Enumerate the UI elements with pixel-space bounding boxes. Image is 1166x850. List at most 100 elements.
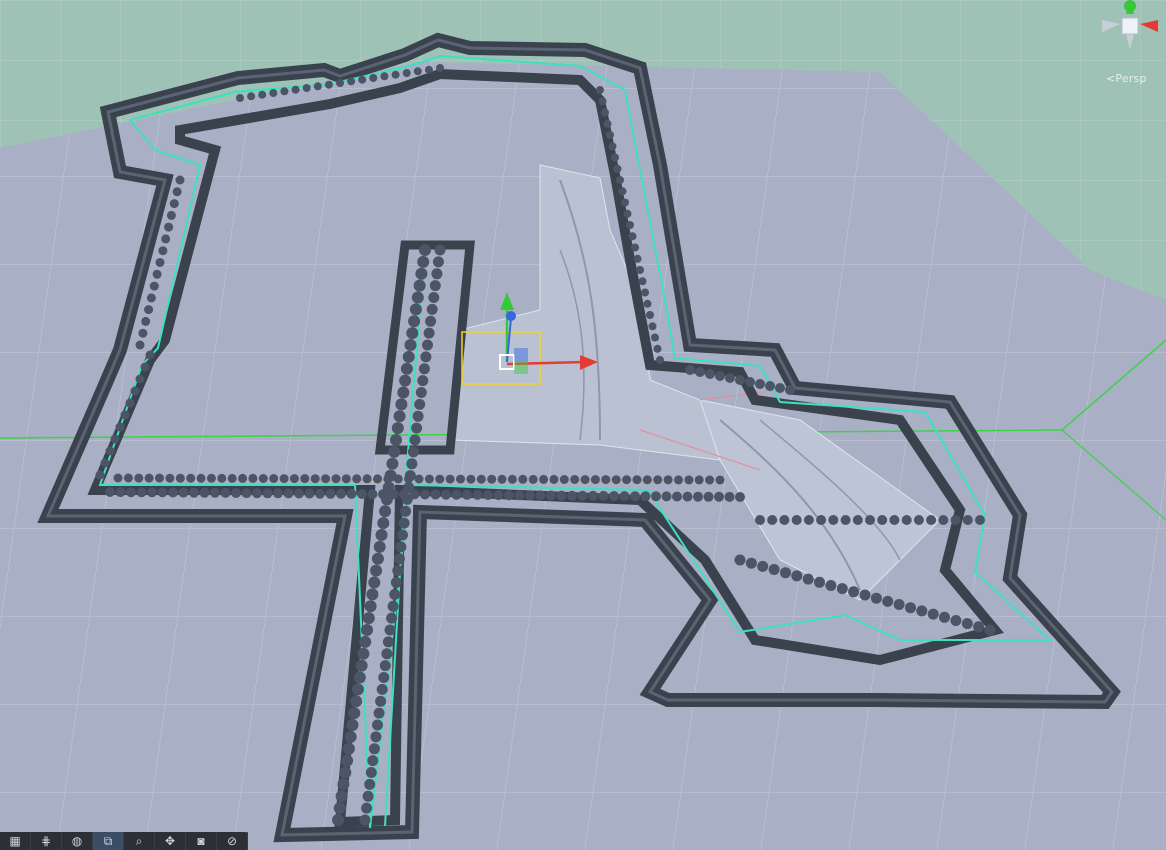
path-marker: [377, 517, 390, 530]
path-marker: [630, 491, 640, 502]
path-marker: [294, 488, 304, 499]
layers-button[interactable]: ⧉: [93, 832, 124, 850]
move-button[interactable]: ✥: [155, 832, 186, 850]
path-marker: [725, 373, 735, 383]
path-marker: [199, 487, 210, 498]
gizmo-neg-x-cone[interactable]: [1102, 20, 1120, 32]
path-marker: [588, 490, 598, 501]
path-marker: [621, 198, 629, 207]
path-marker: [938, 515, 949, 525]
path-marker: [641, 288, 649, 297]
path-marker: [321, 474, 331, 484]
path-marker: [361, 802, 373, 814]
path-marker: [393, 553, 405, 565]
path-marker: [428, 292, 440, 303]
path-marker: [400, 362, 413, 375]
path-marker: [398, 517, 410, 529]
path-marker: [715, 475, 725, 485]
path-marker: [366, 588, 379, 601]
path-marker: [300, 474, 310, 484]
path-marker: [144, 305, 154, 315]
compass-button[interactable]: ⊘: [217, 832, 248, 850]
path-marker: [642, 475, 652, 485]
path-marker: [424, 65, 433, 74]
path-marker: [123, 473, 133, 483]
z-handle-icon[interactable]: [506, 311, 516, 321]
scene-viewport[interactable]: [0, 0, 1166, 850]
path-marker: [406, 458, 418, 470]
path-marker: [441, 489, 451, 500]
layers-icon: ⧉: [103, 833, 113, 848]
path-marker: [814, 576, 825, 588]
path-marker: [373, 540, 386, 553]
globe-button[interactable]: ◍: [62, 832, 93, 850]
path-marker: [152, 269, 162, 279]
gizmo-x-cone[interactable]: [1140, 20, 1158, 32]
search-button[interactable]: ⌕: [124, 832, 155, 850]
path-marker: [577, 490, 588, 501]
path-marker: [623, 209, 632, 218]
camera-icon: ◙: [197, 834, 205, 848]
grid-snap-icon: ⋕: [40, 834, 52, 848]
path-marker: [335, 790, 348, 803]
path-marker: [368, 743, 380, 755]
path-marker: [404, 470, 416, 482]
path-marker: [273, 488, 283, 499]
grid-button[interactable]: ▦: [0, 832, 31, 850]
path-marker: [780, 567, 791, 579]
path-marker: [487, 474, 497, 484]
path-marker: [291, 85, 300, 94]
path-marker: [169, 199, 179, 209]
path-marker: [348, 707, 361, 720]
persp-label[interactable]: <Persp: [1106, 72, 1147, 85]
path-marker: [269, 474, 279, 483]
path-marker: [456, 474, 465, 484]
path-marker: [451, 489, 462, 500]
path-marker: [462, 489, 472, 500]
path-marker: [546, 490, 556, 501]
path-marker: [331, 474, 341, 484]
path-marker: [100, 458, 110, 468]
path-marker: [436, 64, 444, 72]
path-marker: [916, 605, 928, 617]
path-marker: [638, 277, 647, 286]
path-marker: [144, 473, 154, 483]
path-marker: [402, 69, 411, 77]
path-marker: [357, 647, 370, 660]
path-marker: [618, 187, 627, 196]
path-marker: [418, 363, 430, 375]
gizmo-center-cube[interactable]: [1121, 17, 1139, 35]
path-marker: [157, 487, 168, 498]
grid-snap-button[interactable]: ⋕: [31, 832, 62, 850]
gizmo-z-cone[interactable]: [1126, 34, 1134, 50]
path-marker: [848, 586, 860, 598]
search-icon: ⌕: [135, 833, 143, 848]
path-marker: [693, 491, 703, 502]
path-marker: [346, 488, 357, 499]
path-marker: [927, 608, 939, 620]
path-marker: [493, 490, 504, 501]
path-marker: [961, 618, 973, 630]
path-marker: [901, 515, 912, 525]
path-marker: [120, 410, 130, 420]
path-marker: [238, 473, 248, 483]
path-marker: [409, 303, 422, 316]
path-marker: [325, 488, 336, 499]
path-marker: [397, 386, 410, 399]
path-marker: [402, 350, 415, 363]
path-marker: [672, 491, 682, 502]
path-marker: [382, 636, 394, 648]
path-marker: [765, 381, 775, 391]
path-marker: [483, 490, 493, 500]
path-marker: [590, 475, 600, 485]
path-marker: [682, 491, 693, 502]
path-marker: [596, 86, 604, 94]
path-marker: [411, 422, 423, 434]
path-marker: [661, 491, 672, 502]
path-marker: [401, 493, 413, 505]
camera-button[interactable]: ◙: [186, 832, 217, 850]
path-marker: [353, 671, 366, 684]
path-marker: [369, 74, 378, 82]
path-marker: [870, 592, 882, 604]
move-icon: ✥: [164, 834, 176, 848]
